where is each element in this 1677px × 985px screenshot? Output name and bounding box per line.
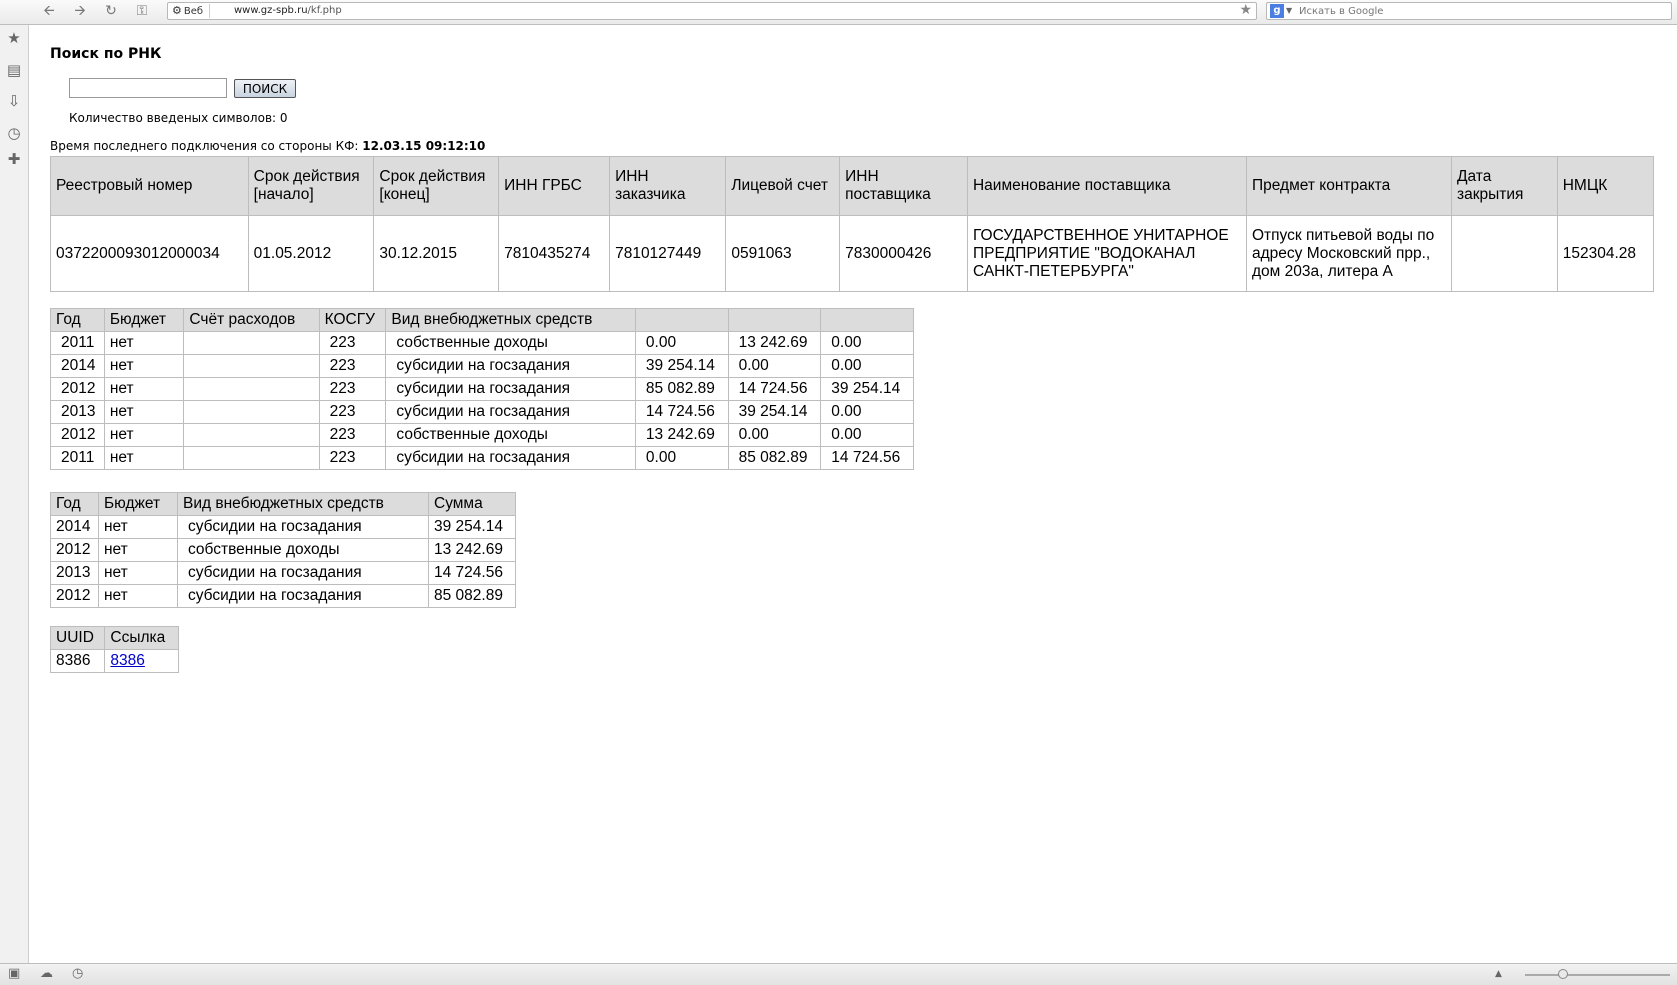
table-row: 2012 нет 223 собственные доходы 13 242.6… bbox=[50, 423, 914, 447]
end-date-cell: 30.12.2015 bbox=[373, 215, 500, 292]
column-header: Ссылка bbox=[104, 626, 179, 650]
column-header: Бюджет bbox=[103, 308, 185, 332]
column-header: Срок действия [начало] bbox=[247, 156, 375, 216]
link-cell: 8386 bbox=[104, 649, 179, 673]
google-icon[interactable]: g bbox=[1270, 4, 1284, 18]
speed-icon[interactable]: ◷ bbox=[72, 966, 83, 982]
bookmark-star-icon[interactable]: ★ bbox=[1239, 2, 1252, 18]
column-header bbox=[634, 308, 729, 332]
column-header bbox=[820, 308, 914, 332]
url-text[interactable]: www.gz-spb.ru/kf.php bbox=[234, 3, 342, 19]
browser-toolbar: 🡨 🡪 ↻ ⚿ ⚙ Веб www.gz-spb.ru/kf.php ★ g ▼ bbox=[0, 0, 1677, 25]
column-header: Год bbox=[50, 492, 99, 516]
zoom-slider-thumb[interactable] bbox=[1558, 969, 1568, 979]
page-title: Поиск по РНК bbox=[50, 46, 162, 62]
column-header: Счёт расходов bbox=[183, 308, 320, 332]
table-row: 2014 нет субсидии на госзадания 39 254.1… bbox=[50, 515, 516, 539]
status-bar: ▣ ☁ ◷ ▲ bbox=[0, 963, 1677, 985]
column-header: ИНН заказчика bbox=[609, 156, 727, 216]
last-connection-text: Время последнего подключения со стороны … bbox=[50, 139, 486, 153]
globe-icon: ⚙ bbox=[172, 4, 182, 17]
back-arrow-icon[interactable]: 🡨 bbox=[38, 2, 60, 20]
column-header: ИНН ГРБС bbox=[498, 156, 611, 216]
column-header: Реестровый номер bbox=[50, 156, 249, 216]
page-content: Поиск по РНК ПОИСК Количество введеных с… bbox=[29, 25, 1677, 963]
downloads-icon[interactable]: ⇩ bbox=[5, 92, 23, 110]
column-header: Дата закрытия bbox=[1451, 156, 1558, 216]
table-row: 2011 нет 223 собственные доходы 0.00 13 … bbox=[50, 331, 914, 355]
inn-supplier-cell: 7830000426 bbox=[839, 215, 968, 292]
uuid-table: UUID Ссылка 8386 8386 bbox=[49, 626, 179, 673]
cloud-icon[interactable]: ☁ bbox=[40, 966, 53, 982]
column-header: Бюджет bbox=[98, 492, 178, 516]
column-header: Предмет контракта bbox=[1245, 156, 1453, 216]
column-header: Год bbox=[50, 308, 105, 332]
column-header: Сумма bbox=[428, 492, 516, 516]
column-header: Срок действия [конец] bbox=[373, 156, 500, 216]
summary-table: Год Бюджет Вид внебюджетных средств Сумм… bbox=[50, 492, 516, 608]
table-header-row: Год Бюджет Вид внебюджетных средств Сумм… bbox=[50, 492, 516, 516]
table-row: 2012 нет собственные доходы 13 242.69 bbox=[50, 538, 516, 562]
table-header-row: Год Бюджет Счёт расходов КОСГУ Вид внебю… bbox=[50, 308, 914, 332]
browser-sidebar: ★ ▤ ⇩ ◷ ✚ bbox=[0, 25, 29, 963]
column-header bbox=[727, 308, 822, 332]
column-header: UUID bbox=[49, 626, 106, 650]
table-row: 8386 8386 bbox=[49, 649, 179, 673]
history-clock-icon[interactable]: ◷ bbox=[5, 124, 23, 142]
last-connection-time: 12.03.15 09:12:10 bbox=[362, 139, 486, 153]
reload-icon[interactable]: ↻ bbox=[100, 2, 122, 20]
registry-number-cell: 0372200093012000034 bbox=[50, 215, 249, 292]
key-icon[interactable]: ⚿ bbox=[131, 2, 153, 20]
inn-grbs-cell: 7810435274 bbox=[498, 215, 611, 292]
column-header: ИНН поставщика bbox=[839, 156, 968, 216]
table-header-row: UUID Ссылка bbox=[49, 626, 179, 650]
contract-subject-cell: Отпуск питьевой воды по адресу Московски… bbox=[1245, 215, 1453, 292]
char-count-text: Количество введеных символов: 0 bbox=[69, 111, 288, 125]
zoom-slider-track[interactable] bbox=[1525, 974, 1670, 976]
web-badge[interactable]: ⚙ Веб bbox=[170, 4, 211, 18]
address-bar[interactable]: ⚙ Веб www.gz-spb.ru/kf.php ★ bbox=[167, 2, 1257, 20]
panel-toggle-icon[interactable]: ▣ bbox=[8, 966, 20, 982]
column-header: НМЦК bbox=[1556, 156, 1655, 216]
forward-arrow-icon[interactable]: 🡪 bbox=[69, 2, 91, 20]
uuid-link[interactable]: 8386 bbox=[110, 652, 144, 669]
column-header: Лицевой счет bbox=[725, 156, 841, 216]
uuid-cell: 8386 bbox=[49, 649, 106, 673]
table-row: 2014 нет 223 субсидии на госзадания 39 2… bbox=[50, 354, 914, 378]
web-search-input[interactable] bbox=[1299, 3, 1659, 19]
add-panel-icon[interactable]: ✚ bbox=[5, 150, 23, 168]
supplier-name-cell: ГОСУДАРСТВЕННОЕ УНИТАРНОЕ ПРЕДПРИЯТИЕ "В… bbox=[966, 215, 1248, 292]
nmck-cell: 152304.28 bbox=[1556, 215, 1655, 292]
table-row: 2012 нет субсидии на госзадания 85 082.8… bbox=[50, 584, 516, 608]
table-row: 2012 нет 223 субсидии на госзадания 85 0… bbox=[50, 377, 914, 401]
table-row: 0372200093012000034 01.05.2012 30.12.201… bbox=[50, 215, 1655, 292]
column-header: КОСГУ bbox=[318, 308, 387, 332]
table-row: 2013 нет 223 субсидии на госзадания 14 7… bbox=[50, 400, 914, 424]
notes-icon[interactable]: ▤ bbox=[5, 61, 23, 79]
table-header-row: Реестровый номер Срок действия [начало] … bbox=[50, 156, 1655, 216]
rnk-search-input[interactable] bbox=[69, 78, 227, 98]
finance-table: Год Бюджет Счёт расходов КОСГУ Вид внебю… bbox=[50, 308, 914, 470]
contract-table: Реестровый номер Срок действия [начало] … bbox=[50, 156, 1655, 292]
column-header: Наименование поставщика bbox=[966, 156, 1248, 216]
bookmarks-star-icon[interactable]: ★ bbox=[5, 29, 23, 47]
table-row: 2013 нет субсидии на госзадания 14 724.5… bbox=[50, 561, 516, 585]
inn-customer-cell: 7810127449 bbox=[609, 215, 727, 292]
column-header: Вид внебюджетных средств bbox=[385, 308, 636, 332]
start-date-cell: 01.05.2012 bbox=[247, 215, 375, 292]
search-bar[interactable]: g ▼ bbox=[1266, 2, 1672, 20]
column-header: Вид внебюджетных средств bbox=[177, 492, 429, 516]
triangle-up-icon[interactable]: ▲ bbox=[1495, 966, 1502, 982]
table-row: 2011 нет 223 субсидии на госзадания 0.00… bbox=[50, 446, 914, 470]
chevron-down-icon[interactable]: ▼ bbox=[1286, 4, 1292, 18]
account-cell: 0591063 bbox=[725, 215, 841, 292]
search-button[interactable]: ПОИСК bbox=[234, 79, 296, 98]
close-date-cell bbox=[1451, 215, 1558, 292]
